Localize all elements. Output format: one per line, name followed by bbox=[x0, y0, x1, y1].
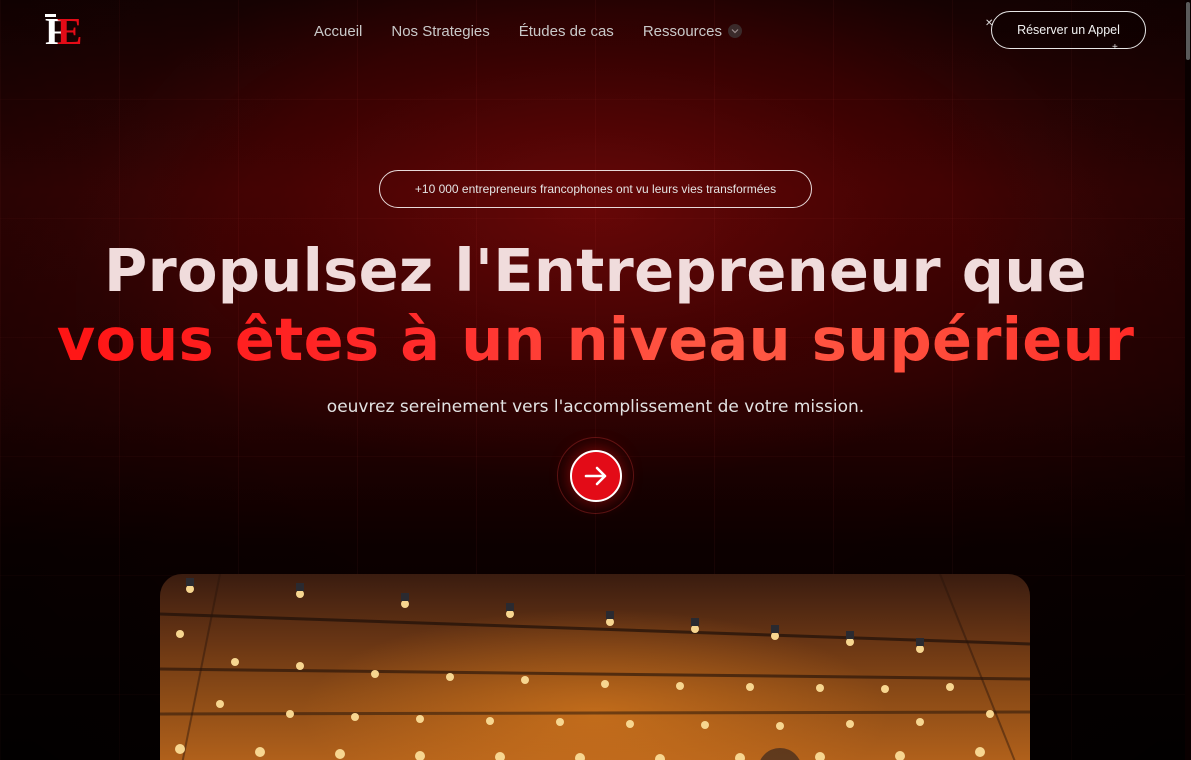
hero-headline-line-2: vous êtes à un niveau supérieur bbox=[0, 306, 1191, 374]
nav-item-label: Accueil bbox=[314, 22, 363, 40]
nav-item-label: Études de cas bbox=[518, 22, 614, 40]
scrollbar-thumb[interactable] bbox=[1186, 2, 1190, 60]
landing-page: F E Accueil Nos Strategies Études de cas… bbox=[0, 0, 1191, 760]
nav-item-label: Nos Strategies bbox=[391, 22, 490, 40]
hero-stage-photo bbox=[160, 574, 1030, 760]
logo-mark-icon: F E bbox=[45, 11, 82, 53]
brand-logo[interactable]: F E bbox=[44, 11, 84, 53]
nav-item-label: Ressources bbox=[642, 22, 723, 40]
badge-text: +10 000 entrepreneurs francophones ont v… bbox=[414, 182, 777, 196]
main-nav: Accueil Nos Strategies Études de cas Res… bbox=[314, 20, 743, 42]
nav-item-ressources[interactable]: Ressources bbox=[642, 22, 743, 40]
arrow-right-icon bbox=[584, 466, 606, 485]
sparkle-icon: ✕ bbox=[985, 18, 994, 29]
stage-lights-illustration bbox=[160, 574, 1030, 760]
sparkle-icon: + bbox=[1112, 42, 1118, 53]
svg-text:E: E bbox=[57, 11, 82, 49]
social-proof-badge: +10 000 entrepreneurs francophones ont v… bbox=[379, 170, 812, 208]
book-call-button[interactable]: Réserver un Appel bbox=[991, 11, 1146, 49]
book-call-label: Réserver un Appel bbox=[1017, 23, 1120, 37]
hero-cta-arrow-button[interactable] bbox=[557, 437, 634, 514]
nav-item-nos-strategies[interactable]: Nos Strategies bbox=[391, 23, 489, 40]
hero-subline: oeuvrez sereinement vers l'accomplisseme… bbox=[326, 397, 865, 417]
page-scrollbar[interactable] bbox=[1185, 0, 1191, 760]
nav-item-accueil[interactable]: Accueil bbox=[314, 23, 362, 40]
chevron-down-icon bbox=[728, 24, 743, 38]
hero-headline-line-1: Propulsez l'Entrepreneur que bbox=[104, 236, 1087, 305]
nav-item-etudes-de-cas[interactable]: Études de cas bbox=[519, 23, 614, 40]
arrow-button-core bbox=[569, 449, 622, 502]
